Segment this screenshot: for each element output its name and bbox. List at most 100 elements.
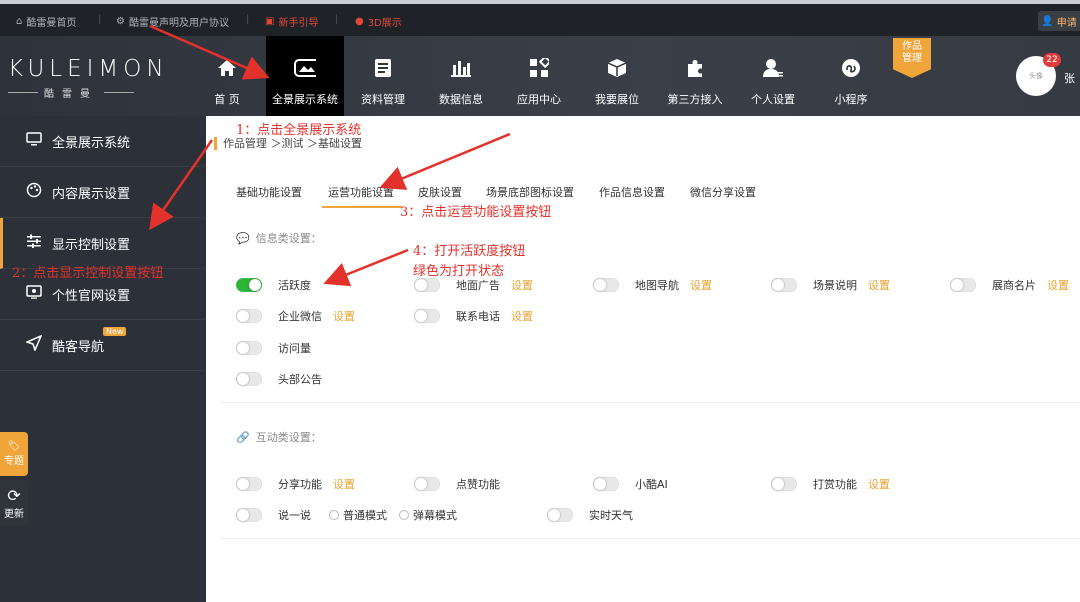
- nav-home[interactable]: 首 页: [188, 36, 266, 116]
- interact-section-title: 🔗 互动类设置：: [236, 430, 322, 445]
- logo-sub: 酷雷曼: [8, 85, 188, 100]
- annotation-step-1: 1：点击全景展示系统: [236, 123, 362, 138]
- setting-phone: 联系电话 设置: [414, 308, 533, 324]
- guide-link[interactable]: ▣ 新手引导: [265, 14, 318, 29]
- share-toggle[interactable]: [236, 477, 262, 491]
- tag-icon: 🏷: [7, 441, 21, 452]
- house-icon: ⌂: [16, 16, 23, 27]
- activity-toggle[interactable]: [236, 278, 262, 292]
- notification-badge: 22: [1043, 53, 1061, 67]
- sidebar-item-panorama[interactable]: 全景展示系统: [0, 116, 206, 167]
- nav-booth[interactable]: 我要展位: [578, 36, 656, 116]
- tab-skin[interactable]: 皮肤设置: [418, 184, 462, 200]
- exhibitor-card-setting-link[interactable]: 设置: [1047, 277, 1069, 293]
- document-icon: [372, 57, 394, 79]
- separator: |: [246, 14, 250, 25]
- reward-toggle[interactable]: [771, 477, 797, 491]
- setting-say: 说一说 普通模式 弹幕模式: [236, 507, 457, 523]
- main-content: 作品管理 ＞测试 ＞基础设置 基础功能设置 运营功能设置 皮肤设置 场景底部图标…: [206, 116, 1080, 602]
- refresh-icon: ⟳: [7, 486, 21, 505]
- tab-bottom-icons[interactable]: 场景底部图标设置: [486, 184, 574, 200]
- share-setting-link[interactable]: 设置: [333, 476, 355, 492]
- tab-wechat-share[interactable]: 微信分享设置: [690, 184, 756, 200]
- setting-ai: 小酷AI: [593, 476, 668, 492]
- exhibitor-card-toggle[interactable]: [950, 278, 976, 292]
- breadcrumb: 作品管理 ＞测试 ＞基础设置: [214, 137, 362, 150]
- map-nav-setting-link[interactable]: 设置: [690, 277, 712, 293]
- mode-normal[interactable]: 普通模式: [329, 507, 387, 523]
- home-link[interactable]: ⌂ 酷雷曼首页: [16, 14, 76, 29]
- main-nav: KULEIMON 酷雷曼 首 页 全景展示系统 资料管理 数据信息 应用中心 我…: [0, 36, 1080, 116]
- logo-text: KULEIMON: [8, 56, 169, 82]
- radio-normal[interactable]: [329, 510, 339, 520]
- scene-desc-toggle[interactable]: [771, 278, 797, 292]
- new-badge: New: [103, 327, 127, 336]
- topic-tab[interactable]: 🏷 专题: [0, 432, 28, 476]
- username[interactable]: 张: [1064, 70, 1075, 86]
- website-icon: [26, 285, 42, 303]
- nav-materials[interactable]: 资料管理: [344, 36, 422, 116]
- phone-setting-link[interactable]: 设置: [511, 308, 533, 324]
- nav-apps[interactable]: 应用中心: [500, 36, 578, 116]
- setting-like: 点赞功能: [414, 476, 500, 492]
- visits-toggle[interactable]: [236, 341, 262, 355]
- mini-program-icon: [840, 57, 862, 79]
- phone-toggle[interactable]: [414, 309, 440, 323]
- separator: |: [335, 14, 339, 25]
- nav-mini-program[interactable]: 小程序: [812, 36, 890, 116]
- divider: [220, 538, 1080, 539]
- navigation-icon: [24, 334, 43, 355]
- panorama-icon: [294, 57, 316, 79]
- wecom-setting-link[interactable]: 设置: [333, 308, 355, 324]
- setting-scene-desc: 场景说明 设置: [771, 277, 890, 293]
- like-toggle[interactable]: [414, 477, 440, 491]
- scene-desc-setting-link[interactable]: 设置: [868, 277, 890, 293]
- setting-header-notice: 头部公告: [236, 371, 322, 387]
- map-nav-toggle[interactable]: [593, 278, 619, 292]
- setting-wecom: 企业微信 设置: [236, 308, 355, 324]
- setting-activity: 活跃度: [236, 277, 311, 293]
- divider: [220, 402, 1080, 403]
- nav-third-party[interactable]: 第三方接入: [656, 36, 734, 116]
- monitor-icon: [26, 132, 42, 150]
- tab-work-info[interactable]: 作品信息设置: [599, 184, 665, 200]
- ai-toggle[interactable]: [593, 477, 619, 491]
- reward-setting-link[interactable]: 设置: [868, 476, 890, 492]
- ground-ad-setting-link[interactable]: 设置: [511, 277, 533, 293]
- say-toggle[interactable]: [236, 508, 262, 522]
- logo[interactable]: KULEIMON 酷雷曼: [8, 56, 188, 100]
- setting-weather: 实时天气: [547, 507, 633, 523]
- annotation-step-4-note: 绿色为打开状态: [413, 264, 505, 279]
- tab-basic[interactable]: 基础功能设置: [236, 184, 302, 200]
- home-icon: [216, 57, 238, 79]
- annotation-step-2: 2：点击显示控制设置按钮: [12, 266, 164, 281]
- apps-grid-icon: [528, 57, 550, 79]
- apply-button[interactable]: 👤 申请: [1038, 11, 1080, 31]
- show3d-link[interactable]: ● 3D展示: [355, 14, 402, 29]
- setting-map-nav: 地图导航 设置: [593, 277, 712, 293]
- sidebar-item-navigation[interactable]: 酷客导航 New: [0, 320, 206, 371]
- setting-exhibitor-card: 展商名片 设置: [950, 277, 1069, 293]
- radio-danmaku[interactable]: [399, 510, 409, 520]
- nav-data[interactable]: 数据信息: [422, 36, 500, 116]
- nav-personal[interactable]: 个人设置: [734, 36, 812, 116]
- weather-toggle[interactable]: [547, 508, 573, 522]
- 3d-icon: ●: [355, 16, 364, 27]
- mode-danmaku[interactable]: 弹幕模式: [399, 507, 457, 523]
- setting-visits: 访问量: [236, 340, 311, 356]
- sliders-icon: [26, 234, 42, 252]
- header-notice-toggle[interactable]: [236, 372, 262, 386]
- user-settings-icon: [762, 57, 784, 79]
- ground-ad-toggle[interactable]: [414, 278, 440, 292]
- sidebar-item-content[interactable]: 内容展示设置: [0, 167, 206, 218]
- wecom-toggle[interactable]: [236, 309, 262, 323]
- tab-bar: 基础功能设置 运营功能设置 皮肤设置 场景底部图标设置 作品信息设置 微信分享设…: [206, 176, 1080, 208]
- tab-operation[interactable]: 运营功能设置: [322, 184, 402, 208]
- separator: |: [98, 14, 102, 25]
- palette-icon: [26, 182, 42, 202]
- nav-panorama[interactable]: 全景展示系统: [266, 36, 344, 116]
- interact-icon: 🔗: [236, 430, 250, 444]
- update-tab[interactable]: ⟳ 更新: [0, 480, 28, 526]
- disclaimer-link[interactable]: ⚙ 酷雷曼声明及用户协议: [116, 14, 229, 29]
- works-management-ribbon[interactable]: 作品 管理: [893, 38, 931, 78]
